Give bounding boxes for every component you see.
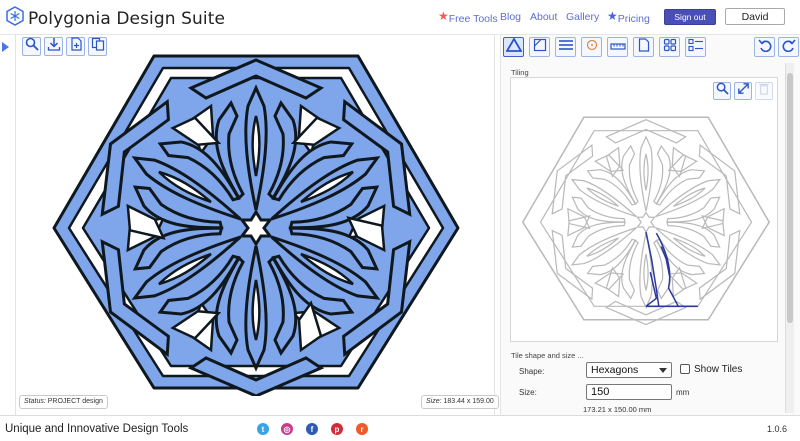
nav-blog[interactable]: Blog <box>500 11 521 23</box>
shape-label: Shape: <box>519 367 545 376</box>
tiling-section-label: Tiling <box>511 68 529 77</box>
zoom-button[interactable] <box>22 37 41 56</box>
redo-icon <box>782 38 796 57</box>
scrollbar-thumb[interactable] <box>787 73 793 323</box>
tab-lines[interactable] <box>555 37 576 57</box>
tab-tiling[interactable] <box>503 36 524 57</box>
pinterest-icon[interactable]: p <box>331 423 343 435</box>
nav-free-tools-label: Free Tools <box>448 13 498 25</box>
brand[interactable]: Polygonia Design Suite <box>6 6 225 31</box>
nav-pricing[interactable]: ★Pricing <box>607 9 650 25</box>
tile-size-unit: mm <box>676 388 690 397</box>
sign-out-button[interactable]: Sign out <box>664 9 716 25</box>
page-icon <box>638 37 650 57</box>
user-account-button[interactable]: David <box>725 8 785 25</box>
nav-gallery[interactable]: Gallery <box>566 11 599 23</box>
tab-tile-corner[interactable] <box>529 37 550 57</box>
chevron-down-icon <box>659 368 667 373</box>
tile-dimensions-readout: 173.21 x 150.00 mm <box>583 405 652 414</box>
nav-about[interactable]: About <box>530 11 557 23</box>
tiling-expand-button[interactable] <box>734 82 752 100</box>
header: Polygonia Design Suite ★Free Tools Blog … <box>0 0 800 35</box>
snowflake-hex-icon <box>6 6 24 31</box>
size-value: 183.44 x 159.00 <box>443 398 494 405</box>
size-label: Size: <box>426 398 442 405</box>
show-tiles-checkbox[interactable] <box>680 364 690 374</box>
reddit-icon[interactable]: r <box>356 423 368 435</box>
tile-shape-heading: Tile shape and size ... <box>511 351 584 360</box>
shape-select-value: Hexagons <box>591 364 639 376</box>
undo-button[interactable] <box>754 37 775 57</box>
redo-button[interactable] <box>778 37 799 57</box>
tile-corner-icon <box>533 38 547 57</box>
zoom-icon <box>716 82 729 100</box>
hexagon-design-preview[interactable] <box>51 48 461 396</box>
expand-icon <box>737 82 750 100</box>
app-title: Polygonia Design Suite <box>28 8 226 29</box>
twitter-icon[interactable]: t <box>257 423 269 435</box>
tab-page[interactable] <box>633 37 654 57</box>
star-icon: ★ <box>607 9 618 23</box>
footer-tagline: Unique and Innovative Design Tools <box>5 423 189 435</box>
design-canvas-panel: Status: PROJECT design Size: 183.44 x 15… <box>15 35 499 415</box>
tile-size-label: Size: <box>519 388 537 397</box>
footer: Unique and Innovative Design Tools t ◎ f… <box>0 415 800 441</box>
tiling-delete-button[interactable] <box>755 82 773 100</box>
panel-scrollbar[interactable] <box>785 63 794 413</box>
grid-icon <box>663 38 677 57</box>
list-icon <box>687 38 704 57</box>
instagram-icon[interactable]: ◎ <box>281 423 293 435</box>
shape-select[interactable]: Hexagons <box>586 362 672 378</box>
nav-free-tools[interactable]: ★Free Tools <box>438 9 498 25</box>
triangle-icon <box>504 36 523 57</box>
status-value: PROJECT design <box>47 398 103 405</box>
tiling-preview-box <box>510 77 778 342</box>
tab-center[interactable] <box>581 37 602 57</box>
app-version: 1.0.6 <box>767 424 788 434</box>
tab-grid[interactable] <box>659 37 680 57</box>
tiling-preview-drawing[interactable] <box>521 101 771 336</box>
tiling-zoom-button[interactable] <box>713 82 731 100</box>
facebook-icon[interactable]: f <box>306 423 318 435</box>
undo-icon <box>757 38 772 57</box>
trash-icon <box>758 82 770 100</box>
target-icon <box>585 38 599 57</box>
status-badge: Status: PROJECT design <box>19 395 108 409</box>
star-icon: ★ <box>438 9 449 23</box>
collapse-sidebar-arrow-icon[interactable] <box>2 42 9 52</box>
settings-panel: Tiling Tile shape and size ... Shape: He… <box>500 35 800 415</box>
size-badge: Size: 183.44 x 159.00 <box>421 395 499 409</box>
tab-list[interactable] <box>685 37 706 57</box>
status-label: Status: <box>24 398 46 405</box>
tab-measure[interactable] <box>607 37 628 57</box>
nav-pricing-label: Pricing <box>617 13 650 25</box>
lines-icon <box>558 38 574 57</box>
show-tiles-label: Show Tiles <box>694 364 743 375</box>
tile-size-input[interactable]: 150 <box>586 384 672 400</box>
ruler-icon <box>609 38 626 57</box>
zoom-icon <box>25 37 39 56</box>
